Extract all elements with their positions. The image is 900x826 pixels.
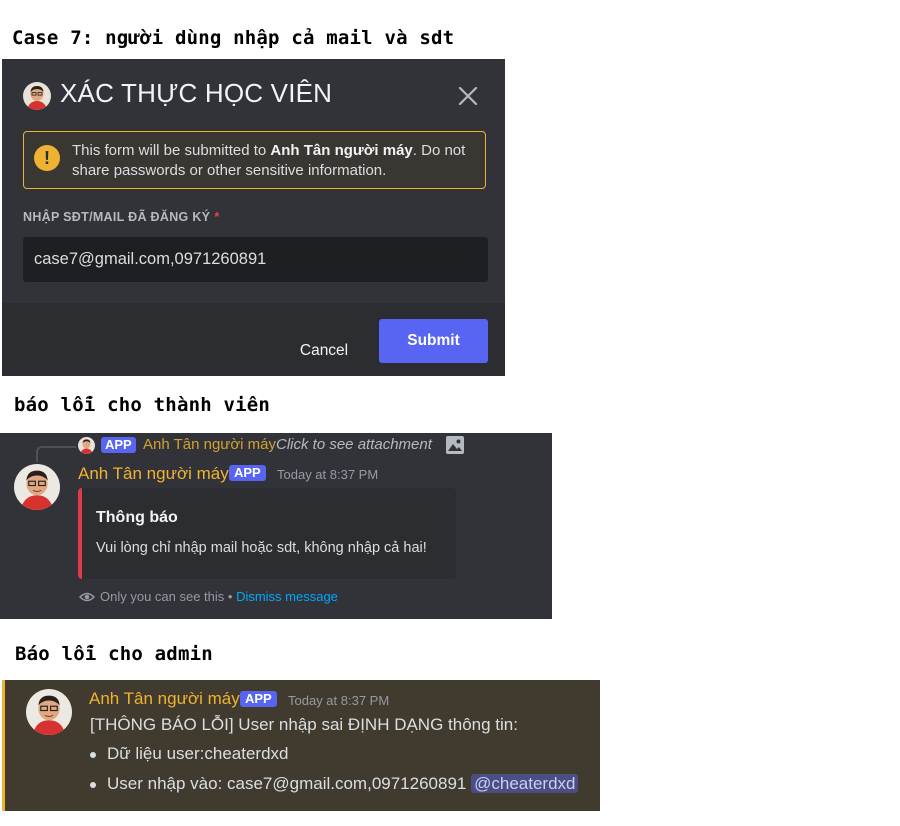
case-heading: Case 7: người dùng nhập cả mail và sdt (12, 27, 455, 49)
message-author[interactable]: Anh Tân người máy (78, 464, 229, 484)
phone-mail-input[interactable]: case7@gmail.com,0971260891 (23, 237, 488, 282)
warning-banner: ! This form will be submitted to Anh Tân… (23, 131, 486, 189)
admin-author-name[interactable]: Anh Tân người máy (89, 689, 240, 708)
warning-bot-name: Anh Tân người máy (270, 142, 413, 159)
field-label-text: NHẬP SĐT/MAIL ĐÃ ĐĂNG KÝ (23, 210, 211, 224)
app-badge: APP (229, 465, 266, 481)
verification-modal: XÁC THỰC HỌC VIÊN ! This form will be su… (2, 59, 505, 376)
author-avatar[interactable] (14, 464, 60, 510)
admin-msg-author[interactable]: Anh Tân người máy (89, 689, 240, 709)
bullet-user-data: Dữ liệu user:cheaterdxd (107, 744, 289, 763)
admin-error-message: Anh Tân người máy APP Today at 8:37 PM [… (2, 680, 600, 811)
embed-title: Thông báo (96, 509, 178, 526)
ephemeral-notice: Only you can see this • Dismiss message (100, 589, 338, 604)
modal-title: XÁC THỰC HỌC VIÊN (60, 78, 333, 108)
notice-embed: Thông báo Vui lòng chỉ nhập mail hoặc sd… (78, 488, 456, 579)
admin-msg-avatar[interactable] (26, 689, 72, 735)
reply-avatar (78, 437, 95, 454)
user-mention[interactable]: @cheaterdxd (471, 774, 579, 793)
ephemeral-text: Only you can see this • (100, 589, 237, 604)
user-input-text: User nhập vào: case7@gmail.com,097126089… (107, 774, 467, 793)
warning-icon: ! (34, 145, 60, 171)
required-mark: * (214, 210, 220, 224)
reply-attachment-link[interactable]: Click to see attachment (276, 436, 432, 453)
image-icon (445, 435, 465, 455)
timestamp: Today at 8:37 PM (277, 467, 379, 482)
dismiss-link[interactable]: Dismiss message (236, 589, 338, 604)
reply-app-badge: APP (101, 437, 136, 453)
admin-timestamp: Today at 8:37 PM (288, 693, 390, 708)
author-name[interactable]: Anh Tân người máy (78, 464, 229, 483)
cancel-button[interactable]: Cancel (286, 329, 362, 373)
field-label: NHẬP SĐT/MAIL ĐÃ ĐĂNG KÝ * (23, 210, 219, 224)
admin-error-heading: Báo lỗi cho admin (15, 643, 213, 665)
close-icon[interactable] (457, 85, 479, 107)
submit-button[interactable]: Submit (379, 319, 488, 363)
reply-author[interactable]: Anh Tân người máy (143, 436, 276, 453)
embed-description: Vui lòng chỉ nhập mail hoặc sdt, không n… (96, 540, 427, 556)
bot-avatar (23, 82, 51, 110)
warning-prefix: This form will be submitted to (72, 142, 271, 159)
bullet-user-input: User nhập vào: case7@gmail.com,097126089… (107, 774, 579, 794)
bullet-dot (90, 782, 96, 788)
admin-app-badge: APP (240, 691, 277, 707)
error-line: [THÔNG BÁO LỖI] User nhập sai ĐỊNH DẠNG … (90, 715, 518, 734)
eye-icon (78, 589, 96, 605)
member-error-heading: báo lỗi cho thành viên (14, 394, 271, 416)
warning-text: This form will be submitted to Anh Tân n… (72, 141, 482, 181)
bullet-dot (90, 752, 96, 758)
reply-connector (36, 446, 76, 462)
member-error-message: APP Anh Tân người máy Click to see attac… (0, 433, 552, 619)
